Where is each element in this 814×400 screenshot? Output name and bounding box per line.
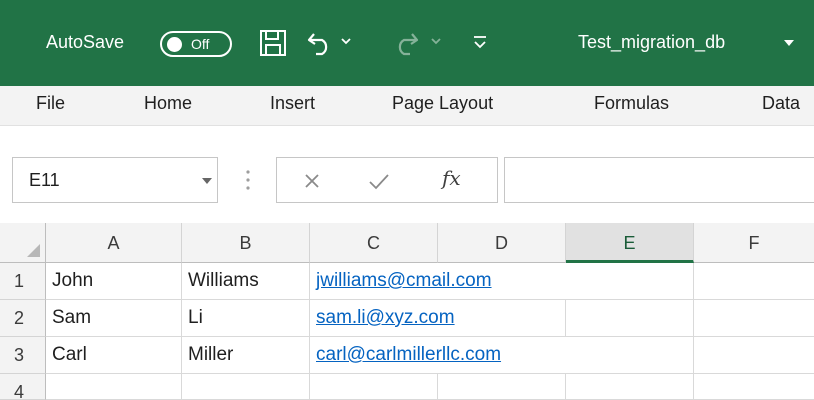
- cell-c1[interactable]: jwilliams@cmail.com: [310, 263, 492, 300]
- cell-f3[interactable]: [694, 337, 814, 374]
- tab-file[interactable]: File: [36, 93, 65, 114]
- chevron-down-icon[interactable]: [201, 176, 213, 186]
- cell-f1[interactable]: [694, 263, 814, 300]
- document-title[interactable]: Test_migration_db: [578, 32, 725, 53]
- cell-a1[interactable]: John: [46, 263, 182, 300]
- select-all-button[interactable]: [0, 223, 46, 263]
- row-header-2[interactable]: 2: [0, 300, 46, 337]
- insert-function-icon[interactable]: 𝑓x: [442, 166, 461, 190]
- cell-b3[interactable]: Miller: [182, 337, 310, 374]
- column-header-c[interactable]: C: [310, 223, 438, 263]
- cell-b1[interactable]: Williams: [182, 263, 310, 300]
- cell-e1[interactable]: [566, 263, 694, 300]
- autosave-label: AutoSave: [46, 32, 125, 52]
- cell-a2[interactable]: Sam: [46, 300, 182, 337]
- cell-a4[interactable]: [46, 374, 182, 400]
- autosave-toggle-state: Off: [191, 36, 210, 52]
- email-link[interactable]: sam.li@xyz.com: [316, 307, 455, 328]
- column-header-e[interactable]: E: [566, 223, 694, 263]
- tab-home[interactable]: Home: [144, 93, 192, 114]
- row-header-4[interactable]: 4: [0, 374, 46, 400]
- cell-c4[interactable]: [310, 374, 438, 400]
- cell-a3[interactable]: Carl: [46, 337, 182, 374]
- formula-actions: 𝑓x: [276, 157, 498, 203]
- row-header-3[interactable]: 3: [0, 337, 46, 374]
- chevron-down-icon: [431, 38, 441, 45]
- customize-qat-icon[interactable]: [472, 32, 488, 52]
- ribbon-tabs: File Home Insert Page Layout Formulas Da…: [0, 86, 814, 126]
- cancel-icon[interactable]: [303, 172, 321, 190]
- spreadsheet-grid: A B C D E F 1 John Williams jwilliams@cm…: [0, 223, 814, 400]
- cell-d2[interactable]: [438, 300, 566, 337]
- redo-icon: [398, 33, 419, 56]
- cell-b2[interactable]: Li: [182, 300, 310, 337]
- cell-d4[interactable]: [438, 374, 566, 400]
- tab-page-layout[interactable]: Page Layout: [392, 93, 493, 114]
- cell-e4[interactable]: [566, 374, 694, 400]
- formula-input[interactable]: [504, 157, 814, 203]
- column-header-f[interactable]: F: [694, 223, 814, 263]
- save-icon[interactable]: [258, 28, 288, 58]
- cell-c2[interactable]: sam.li@xyz.com: [310, 300, 455, 337]
- tab-data[interactable]: Data: [762, 93, 800, 114]
- chevron-down-icon[interactable]: [340, 34, 352, 48]
- autosave-toggle[interactable]: Off: [160, 31, 232, 57]
- cell-c3[interactable]: carl@carlmillerllc.com: [310, 337, 501, 374]
- resize-handle-icon[interactable]: [245, 167, 251, 193]
- cell-f2[interactable]: [694, 300, 814, 337]
- ribbon-collapsed-area: [0, 127, 814, 157]
- cell-f4[interactable]: [694, 374, 814, 400]
- column-header-a[interactable]: A: [46, 223, 182, 263]
- cell-d1[interactable]: [438, 263, 566, 300]
- enter-icon[interactable]: [368, 172, 390, 190]
- select-all-icon: [27, 244, 40, 257]
- cell-b4[interactable]: [182, 374, 310, 400]
- title-bar: AutoSave Off Test_migration_db: [0, 0, 814, 86]
- undo-icon[interactable]: [306, 28, 334, 56]
- cell-e3[interactable]: [566, 337, 694, 374]
- toggle-knob: [167, 37, 182, 52]
- row-header-1[interactable]: 1: [0, 263, 46, 300]
- name-box[interactable]: E11: [12, 157, 218, 203]
- formula-bar: E11 𝑓x: [0, 157, 814, 209]
- cell-d3[interactable]: [438, 337, 566, 374]
- tab-formulas[interactable]: Formulas: [594, 93, 669, 114]
- name-box-value: E11: [29, 170, 60, 190]
- cell-e2[interactable]: [566, 300, 694, 337]
- tab-insert[interactable]: Insert: [270, 93, 315, 114]
- chevron-down-icon[interactable]: [783, 37, 795, 49]
- column-header-d[interactable]: D: [438, 223, 566, 263]
- column-header-b[interactable]: B: [182, 223, 310, 263]
